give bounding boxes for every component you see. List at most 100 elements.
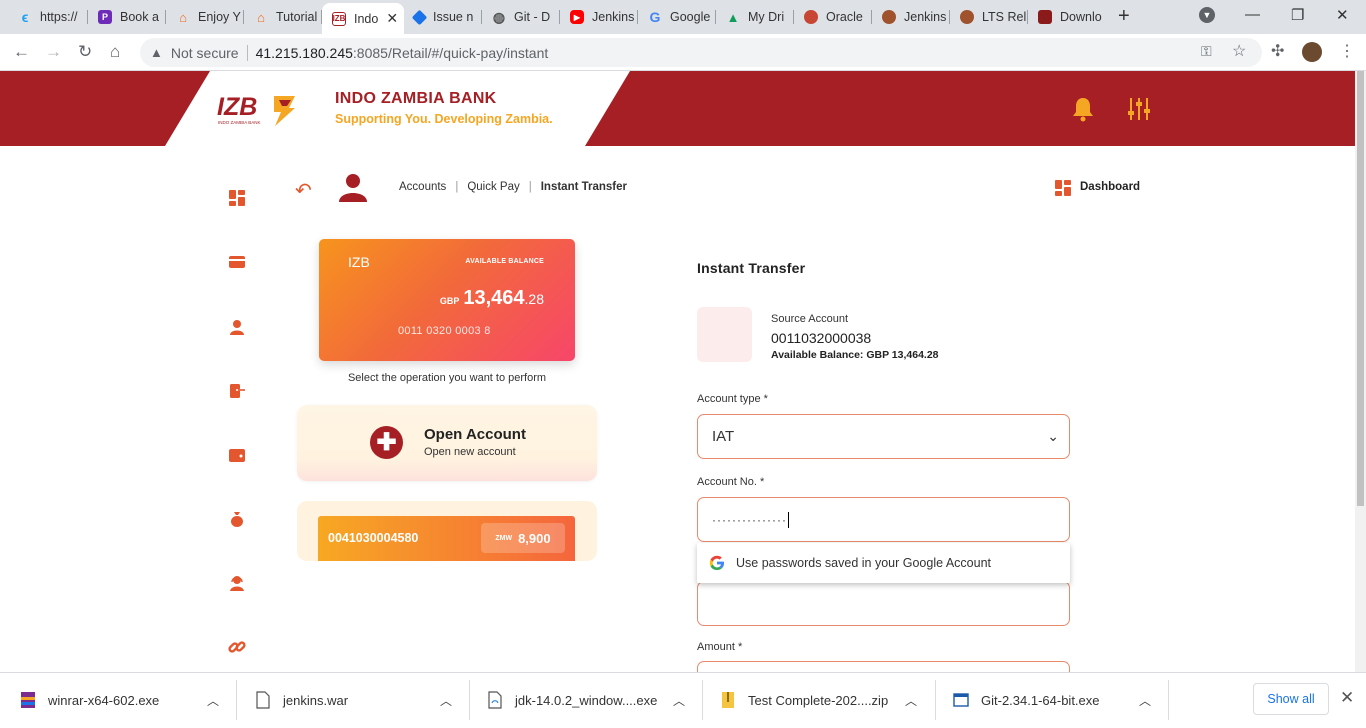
breadcrumb-accounts[interactable]: Accounts (399, 181, 446, 193)
key-icon[interactable]: ⚿ (1201, 43, 1212, 60)
zip-file-icon (722, 692, 734, 708)
chevron-up-icon[interactable]: ︿ (1139, 692, 1151, 709)
source-account-label: Source Account (771, 313, 849, 325)
form-title: Instant Transfer (697, 260, 806, 276)
browser-tab[interactable]: ϵ https:// (8, 4, 88, 30)
back-arrow-icon[interactable]: ↶ (295, 178, 312, 203)
tab-label: Indo (354, 11, 379, 26)
open-account-button[interactable]: ✚ Open Account Open new account (297, 405, 597, 481)
chevron-up-icon[interactable]: ︿ (440, 692, 452, 709)
browser-tab-active[interactable]: IZB Indo ✕ (322, 3, 404, 34)
show-all-downloads-button[interactable]: Show all (1253, 683, 1329, 715)
browser-tab[interactable]: ▶ Jenkins (560, 4, 638, 30)
forward-icon[interactable]: → (45, 42, 62, 62)
browser-tab[interactable]: LTS Rel (950, 4, 1028, 30)
user-avatar-icon (339, 174, 367, 202)
browser-menu-icon[interactable]: ⋮ (1339, 41, 1355, 61)
chevron-up-icon[interactable]: ︿ (207, 692, 219, 709)
close-tab-icon[interactable]: ✕ (386, 10, 398, 27)
browser-tab[interactable]: P Book a (88, 4, 166, 30)
settings-sliders-icon[interactable] (1127, 96, 1151, 122)
plus-icon: ✚ (370, 426, 403, 459)
warning-icon: ▲ (150, 45, 163, 60)
browser-tab[interactable]: ▲ My Dri (716, 4, 794, 30)
wallet-icon[interactable] (228, 446, 246, 464)
scrollbar-thumb[interactable] (1357, 71, 1364, 506)
account-no-label: Account No. * (697, 476, 765, 488)
home-icon[interactable]: ⌂ (110, 42, 120, 62)
download-item[interactable]: Git-2.34.1-64-bit.exe ︿ (953, 672, 1168, 728)
tab-favicon-icon: ϵ (21, 9, 29, 25)
breadcrumb-quick-pay[interactable]: Quick Pay (467, 181, 519, 193)
tab-favicon-icon (804, 10, 818, 24)
transfer-icon[interactable] (228, 382, 246, 400)
bank-logo[interactable]: IZB INDO ZAMBIA BANK (217, 92, 299, 128)
profile-icon[interactable] (228, 318, 246, 336)
url-bar[interactable]: ▲ Not secure 41.215.180.245:8085/Retail/… (140, 38, 1262, 67)
tab-favicon-icon (411, 9, 428, 25)
close-window-icon[interactable]: ✕ (1336, 6, 1349, 24)
link-icon[interactable] (228, 638, 246, 656)
tab-favicon-icon (882, 10, 896, 24)
chevron-up-icon[interactable]: ︿ (673, 692, 685, 709)
source-available-balance: Available Balance: GBP 13,464.28 (771, 349, 939, 361)
card-currency: GBP (439, 296, 460, 306)
restore-icon[interactable]: ❐ (1291, 6, 1304, 24)
open-account-title: Open Account (424, 426, 526, 443)
account-card-strip[interactable]: 0041030004580 ZMW 8,900 (297, 501, 597, 561)
dashboard-icon[interactable] (228, 189, 246, 207)
mini-card-account-number: 0041030004580 (328, 531, 419, 545)
close-downloads-icon[interactable]: ✕ (1340, 688, 1354, 708)
tab-label: Book a (120, 10, 159, 24)
dashboard-link-icon[interactable] (1055, 180, 1071, 196)
notification-bell-icon[interactable] (1071, 96, 1095, 122)
card-balance: 13,464 (463, 287, 525, 309)
installer-file-icon (953, 693, 969, 707)
card-icon[interactable] (228, 253, 246, 271)
browser-tab[interactable]: Issue n (404, 4, 482, 30)
browser-tab[interactable]: G Google (638, 4, 716, 30)
browser-tab[interactable]: Jenkins (872, 4, 950, 30)
minimize-icon[interactable]: — (1245, 6, 1260, 23)
dashboard-link[interactable]: Dashboard (1080, 181, 1140, 193)
back-icon[interactable]: ← (13, 42, 30, 62)
extensions-icon[interactable]: ✣ (1271, 41, 1284, 61)
account-type-value: IAT (712, 428, 735, 445)
download-item[interactable]: winrar-x64-602.exe ︿ (20, 672, 235, 728)
browser-tab[interactable]: Oracle (794, 4, 872, 30)
tab-favicon-icon: P (98, 10, 112, 24)
password-autofill-popup[interactable]: Use passwords saved in your Google Accou… (697, 543, 1070, 583)
account-type-select[interactable]: IAT ⌄ (697, 414, 1070, 459)
download-item[interactable]: jenkins.war ︿ (255, 672, 470, 728)
tab-label: Jenkins (904, 10, 947, 24)
browser-tab[interactable]: ⌂ Tutorial (244, 4, 322, 30)
tab-favicon-icon: IZB (332, 11, 346, 26)
tab-favicon-icon: ▶ (570, 10, 584, 24)
tab-favicon-icon (1038, 10, 1052, 24)
profile-avatar[interactable] (1302, 42, 1322, 62)
reload-icon[interactable]: ↻ (78, 42, 92, 62)
tab-search-icon[interactable]: ▼ (1199, 7, 1215, 23)
bank-name: INDO ZAMBIA BANK (335, 90, 497, 107)
tab-label: My Dri (748, 10, 785, 24)
tab-favicon-icon: ◍ (492, 8, 506, 25)
tab-label: Git - D (514, 10, 551, 24)
chevron-up-icon[interactable]: ︿ (905, 692, 917, 709)
download-filename: jenkins.war (283, 692, 349, 708)
browser-tab[interactable]: Downlo (1028, 4, 1106, 30)
money-bag-icon[interactable] (228, 510, 246, 528)
tab-favicon-icon: G (649, 9, 661, 25)
tab-label: https:// (40, 10, 78, 24)
download-item[interactable]: Test Complete-202....zip ︿ (720, 672, 935, 728)
card-brand: IZB (348, 254, 370, 270)
tab-favicon-icon: ⌂ (257, 9, 265, 25)
support-agent-icon[interactable] (228, 574, 246, 592)
browser-tab[interactable]: ⌂ Enjoy Y (166, 4, 244, 30)
download-item[interactable]: jdk-14.0.2_window....exe ︿ (487, 672, 702, 728)
account-mini-card[interactable]: 0041030004580 ZMW 8,900 (318, 516, 575, 561)
browser-tab[interactable]: ◍ Git - D (482, 4, 560, 30)
account-no-input[interactable]: ··············· (697, 497, 1070, 542)
bookmark-star-icon[interactable]: ☆ (1232, 41, 1246, 61)
text-input[interactable] (697, 581, 1070, 626)
new-tab-button[interactable]: + (1118, 5, 1130, 28)
